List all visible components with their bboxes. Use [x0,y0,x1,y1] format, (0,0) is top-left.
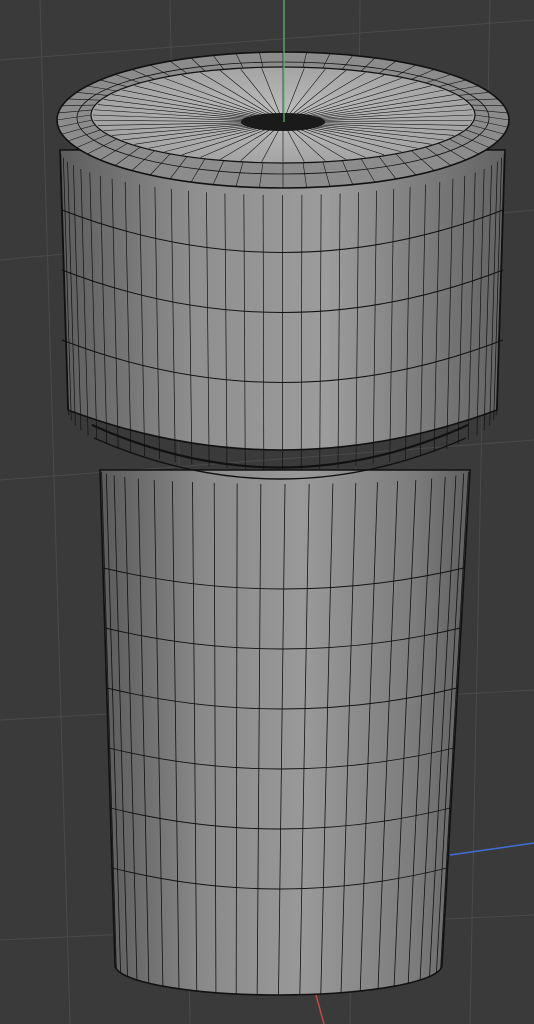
cylinder-mesh[interactable] [56,51,510,996]
viewport-scene[interactable] [0,0,534,1024]
z-axis-line [449,842,534,856]
cap-top-pole [241,113,325,131]
3d-viewport[interactable] [0,0,534,1024]
x-axis-line [315,994,325,1024]
